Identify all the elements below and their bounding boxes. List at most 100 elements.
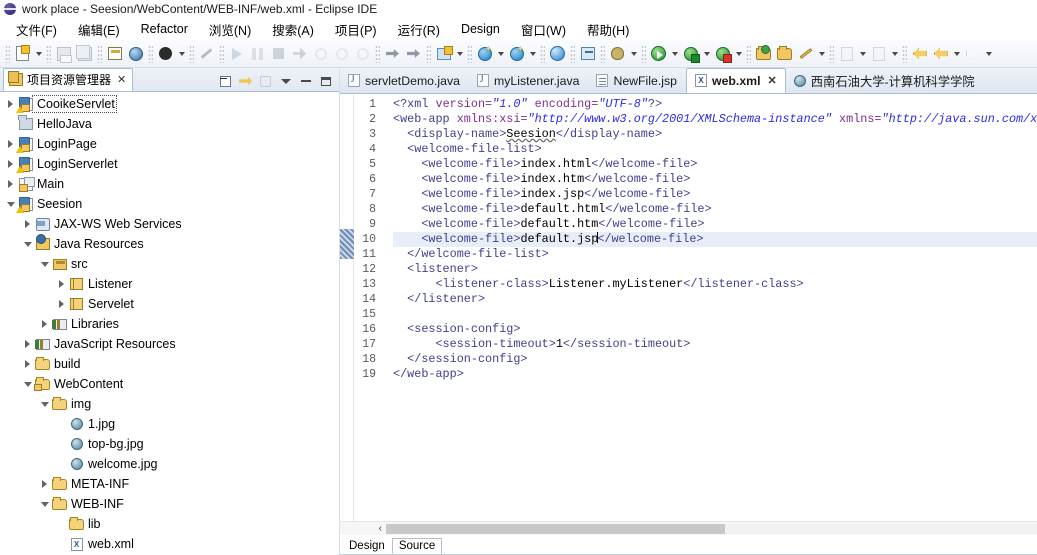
chevron-right-icon[interactable]: [21, 220, 34, 228]
validate-button[interactable]: [125, 43, 146, 64]
code-line[interactable]: <welcome-file-list>: [393, 142, 1037, 157]
run-server-green-button[interactable]: [680, 43, 701, 64]
chevron-down-icon[interactable]: [38, 261, 51, 267]
tree-item-java-resources[interactable]: Java Resources: [0, 234, 339, 254]
tree-item-webcontent[interactable]: WebContent: [0, 374, 339, 394]
menu-window[interactable]: 窗口(W): [511, 18, 577, 41]
tree-item-top-bg-jpg[interactable]: top-bg.jpg: [0, 434, 339, 454]
menu-project[interactable]: 项目(P): [325, 18, 388, 41]
tree-item-src[interactable]: src: [0, 254, 339, 274]
toolbar-grip[interactable]: [641, 44, 646, 63]
code-line[interactable]: <welcome-file>index.htm</welcome-file>: [393, 172, 1037, 187]
hscroll-track[interactable]: [386, 523, 1037, 534]
tree-item-img[interactable]: img: [0, 394, 339, 414]
toolbar-grip[interactable]: [46, 44, 51, 63]
project-tree[interactable]: CooikeServlet HelloJava LoginPage LoginServ…: [0, 92, 339, 555]
menu-edit[interactable]: 编辑(E): [68, 18, 131, 41]
run-button[interactable]: [648, 43, 669, 64]
code-line[interactable]: <welcome-file>default.html</welcome-file…: [393, 202, 1037, 217]
tree-item-web-inf[interactable]: WEB-INF: [0, 494, 339, 514]
code-line[interactable]: </welcome-file-list>: [393, 247, 1037, 262]
code-line[interactable]: </listener>: [393, 292, 1037, 307]
open-type-button[interactable]: [506, 43, 527, 64]
previous-annotation-button[interactable]: [403, 43, 424, 64]
toolbar-grip[interactable]: [189, 44, 194, 63]
chevron-down-icon[interactable]: [33, 44, 44, 64]
focus-on-active-task-button[interactable]: [257, 73, 274, 89]
tab-source[interactable]: Source: [391, 538, 443, 554]
toolbar-grip[interactable]: [540, 44, 545, 63]
tree-item-meta-inf[interactable]: META-INF: [0, 474, 339, 494]
tree-item-javascript-resources[interactable]: JavaScript Resources: [0, 334, 339, 354]
menu-navigate[interactable]: 浏览(N): [199, 18, 262, 41]
tree-item-servelet[interactable]: Servelet: [0, 294, 339, 314]
toolbar-grip[interactable]: [570, 44, 575, 63]
code-line[interactable]: <display-name>Seesion</display-name>: [393, 127, 1037, 142]
chevron-down-icon[interactable]: [21, 241, 34, 247]
chevron-down-icon[interactable]: [669, 44, 680, 64]
chevron-right-icon[interactable]: [21, 360, 34, 368]
menu-help[interactable]: 帮助(H): [577, 18, 640, 41]
code-line[interactable]: [393, 307, 1037, 322]
menu-design[interactable]: Design: [451, 20, 511, 38]
toolbar-grip[interactable]: [5, 44, 10, 63]
chevron-down-icon[interactable]: [628, 44, 639, 64]
profile-button[interactable]: [155, 43, 176, 64]
tab-project-explorer[interactable]: 项目资源管理器 ✕: [3, 68, 134, 91]
back-button[interactable]: [909, 43, 930, 64]
tree-item-cooikeservlet[interactable]: CooikeServlet: [0, 94, 339, 114]
chevron-down-icon[interactable]: [951, 44, 962, 64]
editor-tab-web-xml[interactable]: Xweb.xml ✕: [686, 68, 786, 93]
chevron-down-icon[interactable]: [38, 501, 51, 507]
code-line[interactable]: </web-app>: [393, 367, 1037, 382]
minimize-view-button[interactable]: [297, 73, 314, 89]
tree-item-web-xml[interactable]: Xweb.xml: [0, 534, 339, 554]
code-content[interactable]: <?xml version="1.0" encoding="UTF-8"?> <w…: [380, 94, 1037, 521]
code-line[interactable]: <welcome-file>index.html</welcome-file>: [393, 157, 1037, 172]
tree-item-libraries[interactable]: Libraries: [0, 314, 339, 334]
code-line[interactable]: <welcome-file>index.jsp</welcome-file>: [393, 187, 1037, 202]
menu-run[interactable]: 运行(R): [388, 18, 451, 41]
chevron-right-icon[interactable]: [21, 340, 34, 348]
tree-item-loginserverlet[interactable]: LoginServerlet: [0, 154, 339, 174]
tree-item-welcome-jpg[interactable]: welcome.jpg: [0, 454, 339, 474]
menu-file[interactable]: 文件(F): [6, 18, 68, 41]
close-icon[interactable]: ✕: [117, 73, 126, 86]
chevron-right-icon[interactable]: [55, 300, 68, 308]
toolbar-grip[interactable]: [426, 44, 431, 63]
tree-item-jax-ws-web-services[interactable]: JAX-WS Web Services: [0, 214, 339, 234]
chevron-down-icon[interactable]: [454, 44, 465, 64]
code-line[interactable]: <?xml version="1.0" encoding="UTF-8"?>: [393, 97, 1037, 112]
chevron-down-icon[interactable]: [527, 44, 538, 64]
code-line[interactable]: <welcome-file>default.jsp</welcome-file>: [393, 232, 1037, 247]
chevron-right-icon[interactable]: [38, 480, 51, 488]
tree-item-main[interactable]: Main: [0, 174, 339, 194]
next-annotation-button[interactable]: [382, 43, 403, 64]
back-history-button[interactable]: [930, 43, 951, 64]
tree-item-loginpage[interactable]: LoginPage: [0, 134, 339, 154]
chevron-down-icon[interactable]: [983, 44, 994, 64]
tree-item-build[interactable]: build: [0, 354, 339, 374]
toolbar-grip[interactable]: [148, 44, 153, 63]
editor-tab-newfile-jsp[interactable]: NewFile.jsp: [588, 68, 686, 93]
editor-annotation-ruler[interactable]: [340, 94, 354, 521]
chevron-down-icon[interactable]: [816, 44, 827, 64]
chevron-right-icon[interactable]: [55, 280, 68, 288]
editor-tab-servletdemo-java[interactable]: servletDemo.java: [340, 68, 469, 93]
web-browser-button[interactable]: [547, 43, 568, 64]
new-document-button[interactable]: [12, 43, 33, 64]
editor-tab-mylistener-java[interactable]: myListener.java: [469, 68, 588, 93]
maximize-view-button[interactable]: [317, 73, 334, 89]
chevron-down-icon[interactable]: [889, 44, 900, 64]
run-server-red-button[interactable]: [712, 43, 733, 64]
toolbar-grip[interactable]: [375, 44, 380, 63]
quick-fix-wand-button[interactable]: [795, 43, 816, 64]
print-button[interactable]: [104, 43, 125, 64]
chevron-down-icon[interactable]: [701, 44, 712, 64]
debug-bug-button[interactable]: [607, 43, 628, 64]
external-tools-button[interactable]: [577, 43, 598, 64]
tree-item-1-jpg[interactable]: 1.jpg: [0, 414, 339, 434]
chevron-down-icon[interactable]: [176, 44, 187, 64]
code-line[interactable]: <welcome-file>default.htm</welcome-file>: [393, 217, 1037, 232]
code-line[interactable]: <listener-class>Listener.myListener</lis…: [393, 277, 1037, 292]
